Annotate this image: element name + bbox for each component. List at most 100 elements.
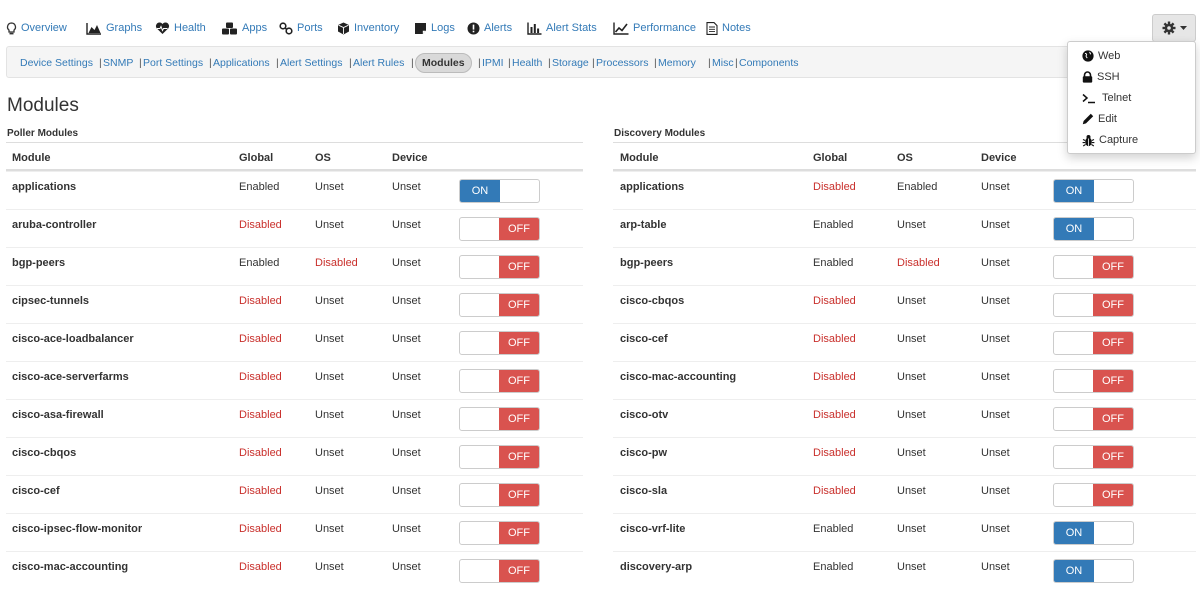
module-toggle-switch[interactable]: ON xyxy=(459,179,540,203)
module-toggle-switch[interactable]: OFF xyxy=(1053,369,1134,393)
toggle-off-label: OFF xyxy=(1093,294,1133,316)
menu-item-edit[interactable]: Edit xyxy=(1082,110,1117,128)
device-status: Unset xyxy=(392,561,421,573)
toggle-off-label: OFF xyxy=(1093,256,1133,278)
table-row: cisco-pw Disabled Unset Unset OFF xyxy=(613,437,1196,475)
subnav-item-misc[interactable]: Misc xyxy=(712,57,734,69)
module-name: cisco-otv xyxy=(620,409,669,421)
nav-alerts[interactable]: Alerts xyxy=(467,20,512,36)
subnav-separator: | xyxy=(99,57,102,69)
module-toggle-switch[interactable]: ON xyxy=(1053,559,1134,583)
nav-health[interactable]: Health xyxy=(155,20,206,36)
os-status: Unset xyxy=(897,371,926,383)
toggle-on-label: ON xyxy=(1054,218,1094,240)
nav-ports[interactable]: Ports xyxy=(279,20,323,36)
menu-item-telnet[interactable]: Telnet xyxy=(1082,89,1131,107)
module-toggle-switch[interactable]: OFF xyxy=(459,369,540,393)
menu-item-web[interactable]: Web xyxy=(1082,47,1120,65)
device-status: Unset xyxy=(981,219,1010,231)
subnav-item-ipmi[interactable]: IPMI xyxy=(482,57,504,69)
module-toggle-switch[interactable]: OFF xyxy=(1053,483,1134,507)
module-toggle-switch[interactable]: OFF xyxy=(1053,331,1134,355)
device-status: Unset xyxy=(392,295,421,307)
module-name: cisco-cef xyxy=(620,333,668,345)
subnav-item-modules[interactable]: Modules xyxy=(415,53,472,73)
bug-icon xyxy=(1082,134,1095,146)
subnav-separator: | xyxy=(508,57,511,69)
subnav-separator: | xyxy=(276,57,279,69)
device-status: Unset xyxy=(392,371,421,383)
module-name: cisco-cef xyxy=(12,485,60,497)
nav-logs[interactable]: Logs xyxy=(414,20,455,36)
subnav-item-alert-rules[interactable]: Alert Rules xyxy=(353,57,404,69)
subnav-item-memory[interactable]: Memory xyxy=(658,57,696,69)
global-status: Disabled xyxy=(239,523,282,535)
module-name: cisco-mac-accounting xyxy=(12,561,129,573)
module-toggle-switch[interactable]: OFF xyxy=(459,217,540,241)
module-toggle-switch[interactable]: OFF xyxy=(1053,407,1134,431)
subnav-item-health[interactable]: Health xyxy=(512,57,542,69)
module-name: discovery-arp xyxy=(620,561,693,573)
subnav-separator: | xyxy=(349,57,352,69)
nav-label: Health xyxy=(174,22,206,34)
nav-graphs[interactable]: Graphs xyxy=(86,20,142,36)
nav-label: Graphs xyxy=(106,22,143,34)
subnav-item-storage[interactable]: Storage xyxy=(552,57,589,69)
global-status: Disabled xyxy=(813,447,856,459)
subnav-item-snmp[interactable]: SNMP xyxy=(103,57,133,69)
os-status: Unset xyxy=(897,219,926,231)
device-status: Unset xyxy=(981,409,1010,421)
subnav-separator: | xyxy=(209,57,212,69)
module-toggle-switch[interactable]: OFF xyxy=(459,293,540,317)
toggle-off-label: OFF xyxy=(1093,370,1133,392)
top-navigation: Overview Graphs Health Apps Ports Invent… xyxy=(0,0,1200,46)
table-row: cisco-mac-accounting Disabled Unset Unset OF… xyxy=(613,361,1196,399)
module-toggle-switch[interactable]: OFF xyxy=(459,331,540,355)
module-toggle-switch[interactable]: OFF xyxy=(459,407,540,431)
device-status: Unset xyxy=(392,485,421,497)
toggle-off-label: OFF xyxy=(499,408,539,430)
toggle-off-label: OFF xyxy=(499,294,539,316)
os-status: Unset xyxy=(315,333,344,345)
module-toggle-switch[interactable]: OFF xyxy=(459,521,540,545)
global-status: Disabled xyxy=(239,333,282,345)
device-status: Unset xyxy=(392,447,421,459)
table-row: cisco-ipsec-flow-monitor Disabled Unset Uns… xyxy=(6,513,583,551)
module-toggle-switch[interactable]: OFF xyxy=(459,255,540,279)
os-status: Unset xyxy=(897,485,926,497)
nav-notes[interactable]: Notes xyxy=(706,20,751,36)
nav-overview[interactable]: Overview xyxy=(6,20,67,36)
module-toggle-switch[interactable]: OFF xyxy=(459,559,540,583)
global-status: Disabled xyxy=(239,219,282,231)
module-toggle-switch[interactable]: ON xyxy=(1053,217,1134,241)
nav-alert-stats[interactable]: Alert Stats xyxy=(527,20,597,36)
nav-inventory[interactable]: Inventory xyxy=(337,20,399,36)
subnav-item-processors[interactable]: Processors xyxy=(596,57,649,69)
subnav-item-applications[interactable]: Applications xyxy=(213,57,270,69)
toggle-off-label: OFF xyxy=(499,522,539,544)
nav-performance[interactable]: Performance xyxy=(613,20,696,36)
module-toggle-switch[interactable]: OFF xyxy=(1053,293,1134,317)
module-toggle-switch[interactable]: OFF xyxy=(459,445,540,469)
subnav-item-alert-settings[interactable]: Alert Settings xyxy=(280,57,342,69)
menu-item-capture[interactable]: Capture xyxy=(1082,131,1138,149)
module-name: applications xyxy=(12,181,77,193)
menu-item-ssh[interactable]: SSH xyxy=(1082,68,1120,86)
device-status: Unset xyxy=(392,523,421,535)
module-toggle-switch[interactable]: ON xyxy=(1053,521,1134,545)
module-toggle-switch[interactable]: OFF xyxy=(1053,255,1134,279)
table-row: cisco-vrf-lite Enabled Unset Unset ON xyxy=(613,513,1196,551)
module-toggle-switch[interactable]: OFF xyxy=(459,483,540,507)
os-status: Unset xyxy=(897,295,926,307)
subnav-item-components[interactable]: Components xyxy=(739,57,799,69)
nav-apps[interactable]: Apps xyxy=(221,20,267,36)
nav-label: Ports xyxy=(297,22,323,34)
subnav-item-port-settings[interactable]: Port Settings xyxy=(143,57,203,69)
table-row: cisco-cef Disabled Unset Unset OFF xyxy=(613,323,1196,361)
subnav-item-device-settings[interactable]: Device Settings xyxy=(20,57,93,69)
module-toggle-switch[interactable]: ON xyxy=(1053,179,1134,203)
module-toggle-switch[interactable]: OFF xyxy=(1053,445,1134,469)
nav-label: Alert Stats xyxy=(546,22,597,34)
subnav-separator: | xyxy=(411,57,414,69)
settings-menu-button[interactable] xyxy=(1152,14,1196,42)
